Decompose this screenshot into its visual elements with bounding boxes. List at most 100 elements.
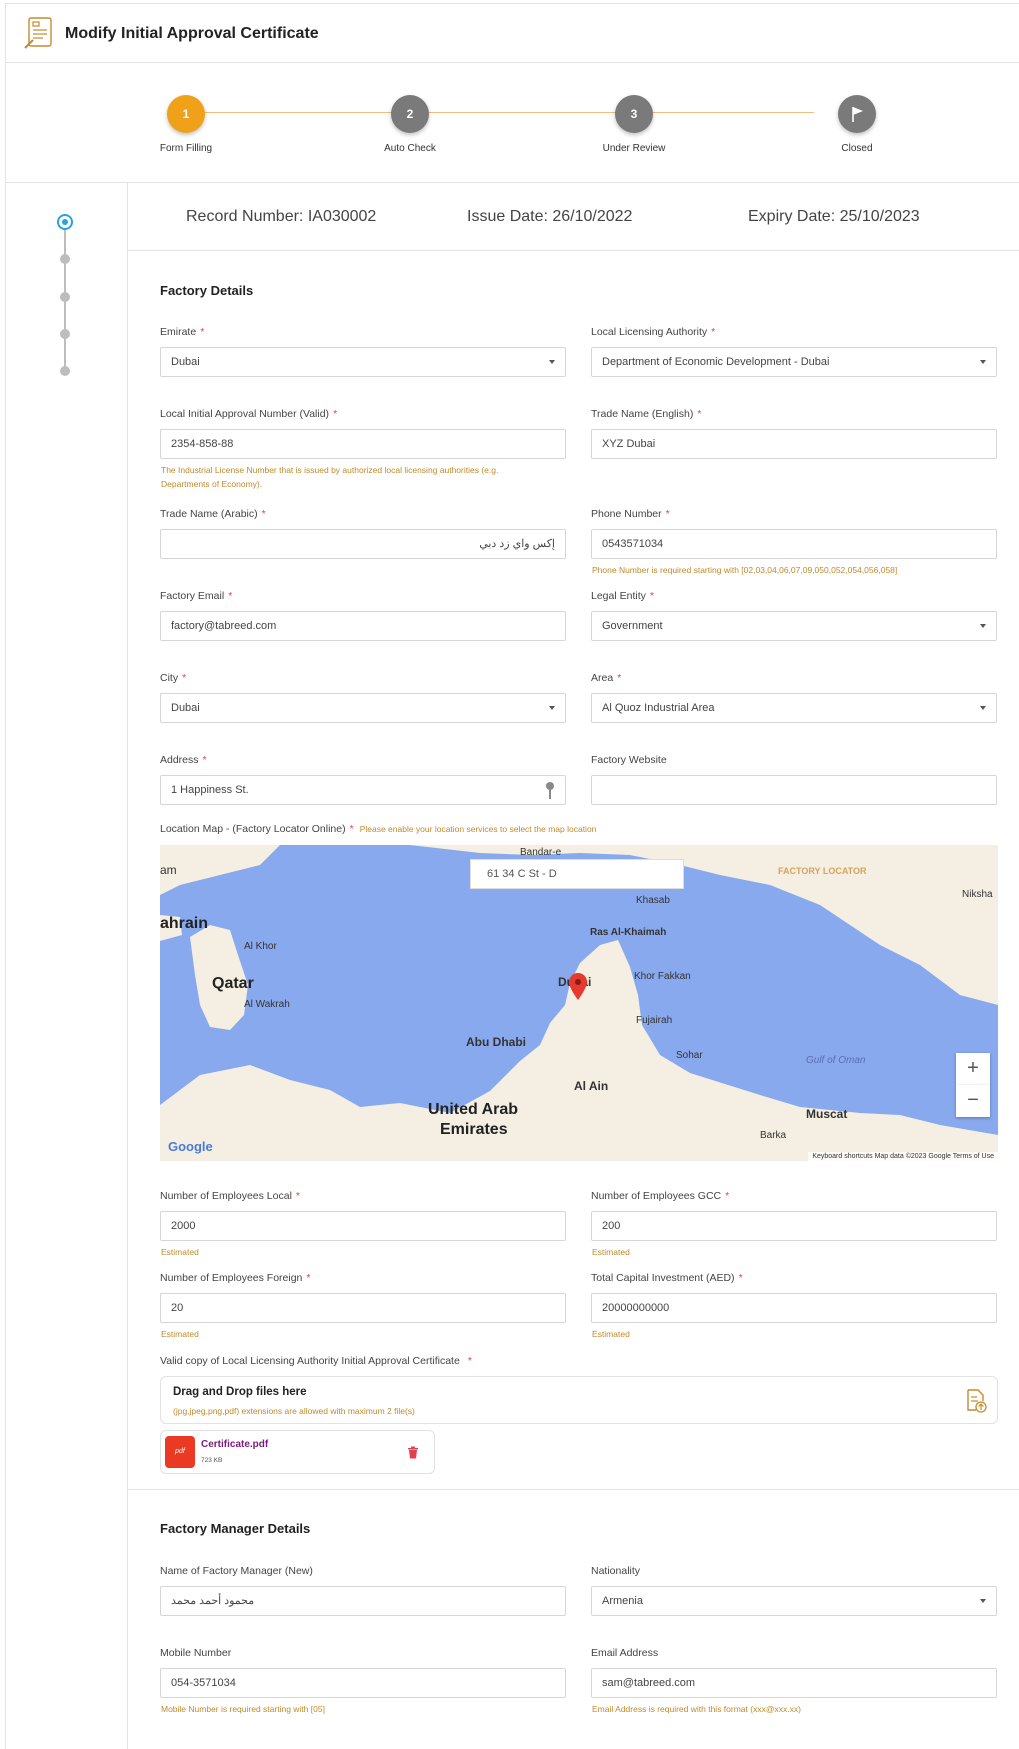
certificate-icon: [24, 17, 52, 49]
certificate-label: Valid copy of Local Licensing Authority …: [160, 1355, 472, 1367]
manager-name-input[interactable]: محمود أحمد محمد: [160, 1586, 566, 1616]
google-logo: Google: [168, 1139, 213, 1154]
trade-name-en-input[interactable]: XYZ Dubai: [591, 429, 997, 459]
factory-details-title: Factory Details: [160, 283, 254, 298]
factory-email-label: Factory Email *: [160, 590, 233, 602]
map-search-input[interactable]: 61 34 C St - D: [470, 859, 684, 889]
step-auto-check[interactable]: 2 Auto Check: [350, 95, 470, 154]
chevron-down-icon: [549, 706, 555, 710]
city-select[interactable]: Dubai: [160, 693, 566, 723]
phone-hint: Phone Number is required starting with […: [592, 565, 898, 575]
map-place-label: Ras Al-Khaimah: [590, 927, 667, 938]
map-place-label: Muscat: [806, 1107, 848, 1121]
step-number: 1: [167, 95, 205, 133]
legal-entity-label: Legal Entity *: [591, 590, 654, 602]
emirate-label: Emirate *: [160, 326, 205, 338]
map-place-label: Niksha: [962, 889, 993, 900]
website-input[interactable]: [591, 775, 997, 805]
chevron-down-icon: [980, 360, 986, 364]
licensing-authority-select[interactable]: Department of Economic Development - Dub…: [591, 347, 997, 377]
expiry-date: Expiry Date: 25/10/2023: [748, 208, 920, 225]
rail-dot-section-3[interactable]: [60, 292, 70, 302]
step-form-filling[interactable]: 1 Form Filling: [126, 95, 246, 154]
manager-email-label: Email Address: [591, 1647, 659, 1659]
map-place-label: United Arab: [428, 1101, 519, 1118]
employees-local-hint: Estimated: [161, 1247, 199, 1257]
website-label: Factory Website: [591, 754, 667, 766]
map-footer[interactable]: Keyboard shortcuts Map data ©2023 Google…: [808, 1152, 998, 1161]
rail-dot-manager-details[interactable]: [60, 254, 70, 264]
map-place-label: Gulf of Oman: [806, 1055, 866, 1066]
location-pin-icon[interactable]: [545, 781, 555, 800]
step-label: Form Filling: [159, 143, 213, 154]
pdf-file-icon: pdf: [165, 1436, 195, 1468]
step-label: Auto Check: [384, 143, 436, 154]
phone-input[interactable]: 0543571034: [591, 529, 997, 559]
file-upload-icon[interactable]: [965, 1389, 987, 1413]
map-place-label: Emirates: [440, 1121, 508, 1138]
file-name-link[interactable]: Certificate.pdf: [201, 1439, 268, 1450]
area-select[interactable]: Al Quoz Industrial Area: [591, 693, 997, 723]
factory-email-input[interactable]: factory@tabreed.com: [160, 611, 566, 641]
mobile-input[interactable]: 054-3571034: [160, 1668, 566, 1698]
employees-gcc-label: Number of Employees GCC *: [591, 1190, 730, 1202]
employees-foreign-input[interactable]: 20: [160, 1293, 566, 1323]
step-number: 2: [391, 95, 429, 133]
map-zoom-out-button[interactable]: −: [956, 1085, 990, 1117]
step-number: 3: [615, 95, 653, 133]
mobile-hint: Mobile Number is required starting with …: [161, 1704, 325, 1714]
map-place-label: Abu Dhabi: [466, 1035, 526, 1049]
map-place-label: Al Khor: [244, 941, 277, 952]
employees-local-input[interactable]: 2000: [160, 1211, 566, 1241]
capital-label: Total Capital Investment (AED) *: [591, 1272, 743, 1284]
map-place-label: am: [160, 863, 177, 877]
uploaded-file-card: pdf Certificate.pdf 723 KB: [160, 1430, 435, 1474]
step-under-review[interactable]: 3 Under Review: [574, 95, 694, 154]
dropzone-hint: (jpg,jpeg,png,pdf) extensions are allowe…: [173, 1406, 415, 1416]
section-nav-rail: [5, 183, 128, 1749]
trade-name-ar-input[interactable]: إكس واي زد دبي: [160, 529, 566, 559]
rail-dot-section-4[interactable]: [60, 329, 70, 339]
file-dropzone[interactable]: Drag and Drop files here (jpg,jpeg,png,p…: [160, 1376, 998, 1424]
employees-foreign-hint: Estimated: [161, 1329, 199, 1339]
location-map-label: Location Map - (Factory Locator Online) *…: [160, 823, 597, 835]
rail-dot-factory-details[interactable]: [57, 214, 73, 230]
employees-local-label: Number of Employees Local *: [160, 1190, 300, 1202]
map-place-label: Khor Fakkan: [634, 971, 691, 982]
manager-email-input[interactable]: sam@tabreed.com: [591, 1668, 997, 1698]
map-zoom-in-button[interactable]: +: [956, 1053, 990, 1085]
emirate-select[interactable]: Dubai: [160, 347, 566, 377]
chevron-down-icon: [980, 706, 986, 710]
map-place-label: ahrain: [160, 915, 209, 932]
map-watermark: FACTORY LOCATOR: [778, 866, 867, 876]
nationality-select[interactable]: Armenia: [591, 1586, 997, 1616]
progress-stepper: 1 Form Filling 2 Auto Check 3 Under Revi…: [5, 63, 1019, 183]
step-closed[interactable]: Closed: [797, 95, 917, 154]
dropzone-title: Drag and Drop files here: [173, 1386, 307, 1398]
trash-icon[interactable]: [407, 1446, 419, 1459]
title-bar: Modify Initial Approval Certificate: [5, 3, 1019, 63]
mobile-label: Mobile Number: [160, 1647, 232, 1659]
approval-number-input[interactable]: 2354-858-88: [160, 429, 566, 459]
area-label: Area *: [591, 672, 622, 684]
nationality-label: Nationality: [591, 1565, 641, 1577]
map-place-label: Khasab: [636, 895, 670, 906]
step-label: Closed: [841, 143, 873, 154]
chevron-down-icon: [980, 624, 986, 628]
trade-name-en-label: Trade Name (English) *: [591, 408, 702, 420]
rail-dot-section-5[interactable]: [60, 366, 70, 376]
address-input[interactable]: 1 Happiness St.: [160, 775, 566, 805]
manager-name-label: Name of Factory Manager (New): [160, 1565, 313, 1577]
city-label: City *: [160, 672, 187, 684]
employees-gcc-input[interactable]: 200: [591, 1211, 997, 1241]
capital-input[interactable]: 20000000000: [591, 1293, 997, 1323]
manager-email-hint: Email Address is required with this form…: [592, 1704, 801, 1714]
location-map[interactable]: 61 34 C St - D FACTORY LOCATOR Bandar-e …: [160, 845, 998, 1161]
section-divider: [128, 1489, 1019, 1490]
employees-foreign-label: Number of Employees Foreign *: [160, 1272, 311, 1284]
employees-gcc-hint: Estimated: [592, 1247, 630, 1257]
map-marker-icon[interactable]: [568, 973, 588, 1001]
address-label: Address *: [160, 754, 207, 766]
stepper-line: [186, 112, 814, 113]
legal-entity-select[interactable]: Government: [591, 611, 997, 641]
